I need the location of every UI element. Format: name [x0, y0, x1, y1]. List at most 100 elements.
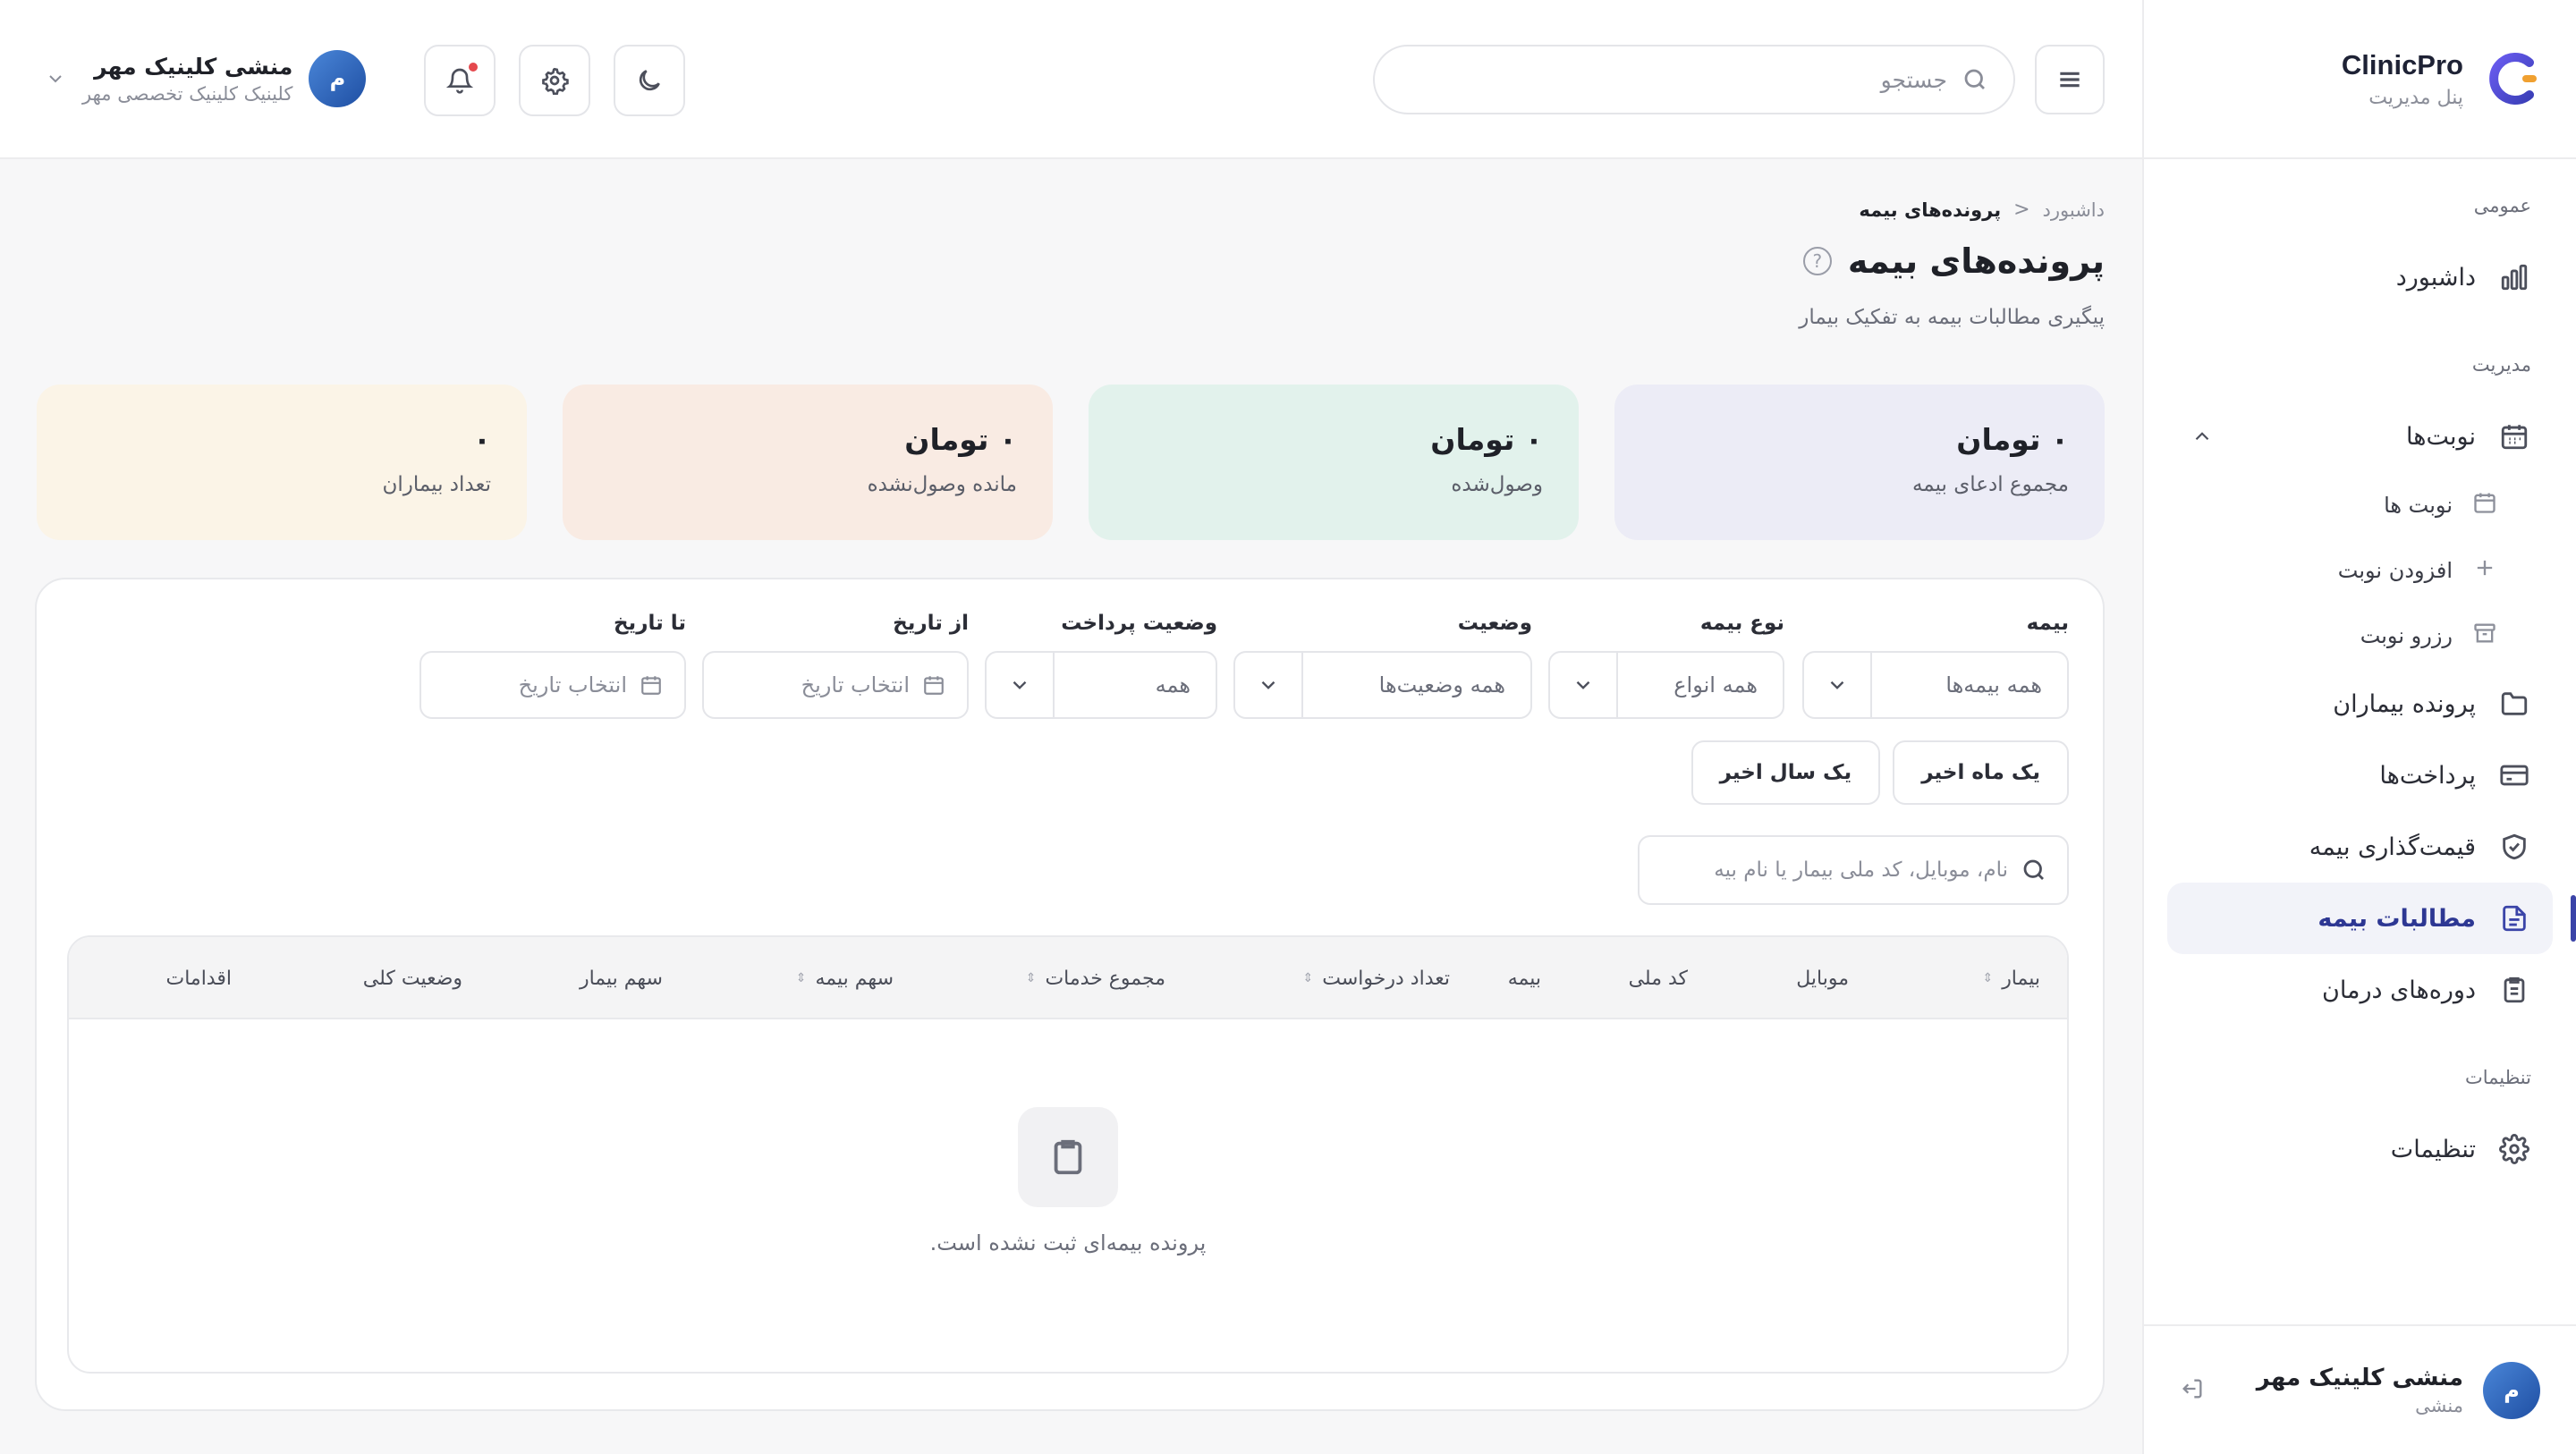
credit-card-icon: [2499, 760, 2529, 790]
avatar: م: [309, 50, 367, 107]
filter-label: از تاریخ: [893, 612, 969, 635]
breadcrumb-separator: <: [2013, 199, 2030, 221]
sidebar-item-insurance-claims[interactable]: مطالبات بیمه: [2167, 883, 2576, 954]
sidebar-subitem-reserve-appointment[interactable]: رزرو نوبت: [2167, 603, 2553, 668]
last-year-button[interactable]: یک سال اخیر: [1690, 740, 1881, 805]
nav-section-general: عمومی: [2473, 195, 2531, 216]
sidebar-item-label: مطالبات بیمه: [2318, 904, 2476, 933]
sidebar-item-payments[interactable]: پرداخت‌ها: [2167, 740, 2553, 811]
column-actions: اقدامات: [166, 937, 233, 1019]
sidebar-subitem-label: رزرو نوبت: [2360, 622, 2453, 648]
stat-card-total-claims: ۰ تومان مجموع ادعای بیمه: [1614, 385, 2105, 540]
column-national-id: کد ملی: [1629, 937, 1688, 1019]
table-search-input[interactable]: [1659, 858, 2008, 882]
sidebar-item-label: داشبورد: [2395, 263, 2476, 292]
settings-button[interactable]: [519, 45, 590, 116]
chevron-up-icon[interactable]: [2190, 425, 2214, 448]
gear-icon: [542, 67, 569, 95]
select-value: همه بیمه‌ها: [1945, 672, 2042, 697]
nav-section-management: مدیریت: [2471, 354, 2531, 376]
last-month-button[interactable]: یک ماه اخیر: [1893, 740, 2069, 805]
filter-to-date: تا تاریخ انتخاب تاریخ: [419, 612, 686, 719]
column-label: اقدامات: [165, 967, 233, 990]
theme-toggle-button[interactable]: [614, 45, 685, 116]
table-search[interactable]: [1638, 835, 2069, 905]
sidebar-user: م منشی کلینیک مهر منشی: [2144, 1324, 2576, 1454]
column-label: بیمار: [2002, 967, 2040, 990]
avatar: م: [2483, 1361, 2540, 1419]
page-subtitle: پیگیری مطالبات بیمه به تفکیک بیمار: [1799, 306, 2105, 329]
brand-name: ClinicPro: [2341, 48, 2463, 80]
sidebar-subitem-appointments-list[interactable]: نوبت ها: [2167, 472, 2553, 537]
column-patient[interactable]: بیمار ⇕: [1982, 937, 2040, 1019]
filter-label: نوع بیمه: [1699, 612, 1784, 635]
sort-icon: ⇕: [1025, 971, 1037, 985]
stat-card-patient-count: ۰ تعداد بیماران: [37, 385, 527, 540]
sidebar-item-label: قیمت‌گذاری بیمه: [2309, 833, 2476, 861]
filter-insurance-type: نوع بیمه همه انواع: [1548, 612, 1784, 719]
folder-icon: [2499, 689, 2529, 719]
sidebar: ClinicPro پنل مدیریت عمومی داشبورد مدیری…: [2142, 0, 2576, 1454]
column-label: بیمه: [1507, 967, 1541, 990]
to-date-input[interactable]: انتخاب تاریخ: [419, 651, 686, 719]
filter-payment-status: وضعیت پرداخت همه: [985, 612, 1217, 719]
column-services-total[interactable]: مجموع خدمات ⇕: [1026, 937, 1165, 1019]
sidebar-item-patient-records[interactable]: پرونده بیماران: [2167, 668, 2553, 740]
column-label: سهم بیمار: [579, 967, 663, 990]
select-value: همه: [1155, 672, 1191, 697]
archive-icon: [2472, 621, 2497, 651]
clinicpro-logo-icon: [2489, 53, 2537, 105]
topbar-user[interactable]: م منشی کلینیک مهر کلینیک کلینیک تخصصی مه…: [45, 50, 367, 107]
calendar-icon: [2472, 490, 2497, 520]
sidebar-subitem-label: افزودن نوبت: [2337, 557, 2453, 583]
empty-state-text: پرونده بیمه‌ای ثبت نشده است.: [929, 1230, 1207, 1255]
topbar-actions: [424, 45, 685, 116]
empty-state: پرونده بیمه‌ای ثبت نشده است.: [69, 1107, 2067, 1255]
insurance-select[interactable]: همه بیمه‌ها: [1802, 651, 2069, 719]
breadcrumb-home[interactable]: داشبورد: [2043, 199, 2105, 221]
column-request-count[interactable]: تعداد درخواست ⇕: [1303, 937, 1450, 1019]
global-search[interactable]: [1373, 45, 2015, 114]
clipboard-list-icon: [2499, 975, 2529, 1005]
breadcrumb: داشبورد < پرونده‌های بیمه: [1859, 199, 2105, 221]
sidebar-item-insurance-pricing[interactable]: قیمت‌گذاری بیمه: [2167, 811, 2553, 883]
chevron-down-icon: [1235, 653, 1303, 717]
menu-button[interactable]: [2035, 45, 2105, 114]
page-title-text: پرونده‌های بیمه: [1847, 241, 2105, 281]
stat-label: وصول‌شده: [1451, 473, 1543, 496]
column-overall-status: وضعیت کلی: [363, 937, 462, 1019]
quick-range-buttons: یک ماه اخیر یک سال اخیر: [1690, 740, 2069, 805]
column-insurance-share[interactable]: سهم بیمه ⇕: [796, 937, 894, 1019]
payment-status-select[interactable]: همه: [985, 651, 1217, 719]
stat-label: مجموع ادعای بیمه: [1911, 473, 2069, 496]
sidebar-item-settings[interactable]: تنظیمات: [2167, 1113, 2553, 1185]
search-input[interactable]: [1400, 66, 1947, 93]
nav-section-settings: تنظیمات: [2464, 1067, 2531, 1088]
sidebar-item-label: تنظیمات: [2390, 1135, 2476, 1163]
brand-subtitle: پنل مدیریت: [2368, 86, 2463, 109]
topbar-user-clinic: کلینیک کلینیک تخصصی مهر: [82, 82, 293, 105]
topbar-user-name: منشی کلینیک مهر: [94, 53, 293, 80]
column-patient-share: سهم بیمار: [580, 937, 663, 1019]
sidebar-item-treatment-courses[interactable]: دوره‌های درمان: [2167, 954, 2553, 1026]
document-icon: [2499, 903, 2529, 934]
claims-card: بیمه همه بیمه‌ها نوع بیمه همه انواع وضعی…: [35, 578, 2105, 1411]
sidebar-item-appointments[interactable]: نوبت‌ها: [2167, 401, 2553, 472]
help-icon[interactable]: ?: [1802, 247, 1832, 275]
sidebar-item-dashboard[interactable]: داشبورد: [2167, 241, 2553, 313]
brand[interactable]: ClinicPro پنل مدیریت: [2144, 0, 2576, 159]
select-value: همه وضعیت‌ها: [1378, 672, 1505, 697]
column-label: سهم بیمه: [815, 967, 894, 990]
sort-icon: ⇕: [1302, 971, 1314, 985]
date-placeholder: انتخاب تاریخ: [801, 672, 910, 697]
notifications-button[interactable]: [424, 45, 496, 116]
logout-icon[interactable]: [2180, 1376, 2205, 1405]
main-content: داشبورد < پرونده‌های بیمه پرونده‌های بیم…: [0, 159, 2142, 1454]
status-select[interactable]: همه وضعیت‌ها: [1233, 651, 1532, 719]
from-date-input[interactable]: انتخاب تاریخ: [702, 651, 969, 719]
sidebar-subitem-add-appointment[interactable]: افزودن نوبت: [2167, 537, 2553, 603]
insurance-type-select[interactable]: همه انواع: [1548, 651, 1784, 719]
topbar: م منشی کلینیک مهر کلینیک کلینیک تخصصی مه…: [0, 0, 2142, 159]
filter-label: بیمه: [2026, 612, 2069, 635]
breadcrumb-current: پرونده‌های بیمه: [1859, 199, 2002, 221]
